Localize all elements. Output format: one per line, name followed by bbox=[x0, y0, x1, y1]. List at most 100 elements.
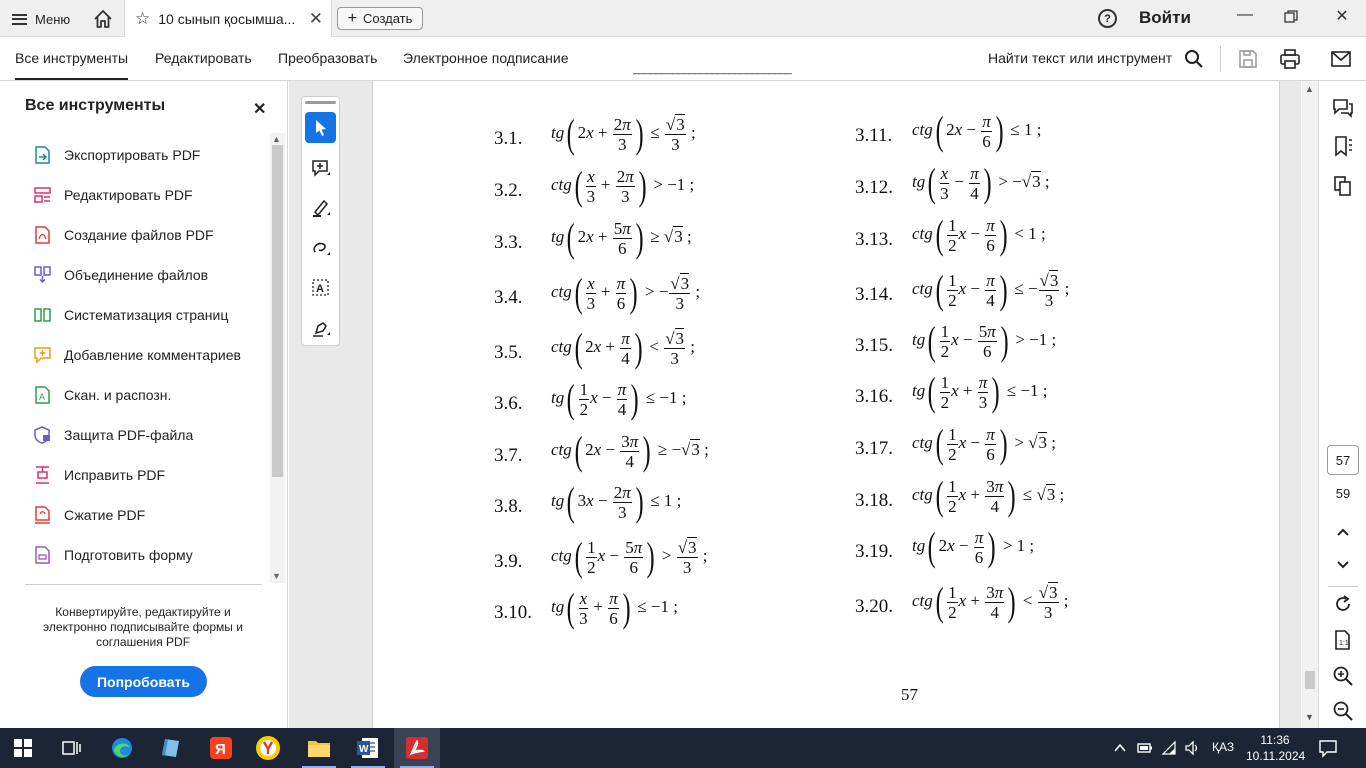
fountain-pen-icon bbox=[312, 321, 330, 337]
tab-convert[interactable]: Преобразовать bbox=[278, 50, 377, 66]
tab-e-sign[interactable]: Электронное подписание bbox=[403, 50, 569, 66]
pen-icon bbox=[312, 199, 330, 217]
pages-icon[interactable] bbox=[1332, 175, 1354, 197]
edit-pdf-icon bbox=[34, 187, 51, 203]
rotate-icon[interactable] bbox=[1332, 593, 1354, 615]
tab-all-tools[interactable]: Все инструменты bbox=[15, 50, 129, 80]
comments-icon[interactable] bbox=[1332, 97, 1354, 119]
previous-page-icon[interactable] bbox=[1332, 521, 1354, 543]
folder-icon bbox=[308, 741, 330, 757]
tool-export-pdf[interactable]: Экспортировать PDF bbox=[34, 143, 200, 167]
sign-button[interactable] bbox=[305, 312, 336, 343]
panel-scroll-thumb[interactable] bbox=[272, 145, 283, 477]
export-pdf-icon bbox=[35, 146, 50, 164]
problem-number: 3.11. bbox=[855, 125, 893, 146]
taskbar-yandex[interactable]: Я bbox=[198, 728, 244, 768]
restore-icon[interactable] bbox=[1283, 9, 1299, 25]
taskbar-word[interactable]: W bbox=[345, 728, 391, 768]
scroll-up-arrow-icon[interactable]: ▲ bbox=[1305, 84, 1314, 94]
zoom-in-icon[interactable] bbox=[1332, 665, 1354, 687]
tab-title: 10 сынып қосымша... bbox=[158, 10, 296, 27]
close-tab-icon[interactable]: ✕ bbox=[309, 9, 323, 29]
redact-pdf-icon bbox=[36, 466, 49, 484]
clock[interactable]: 11:36 10.11.2024 bbox=[1246, 732, 1305, 764]
inequality: tg(x 3 − π 4) > −√3 ; bbox=[912, 160, 1050, 205]
tool-create-pdf[interactable]: Создание файлов PDF bbox=[34, 223, 214, 247]
close-panel-icon[interactable]: ✕ bbox=[253, 99, 266, 119]
problem-number: 3.2. bbox=[494, 180, 523, 201]
highlight-button[interactable] bbox=[305, 192, 336, 223]
keyboard-language[interactable]: ҚАЗ bbox=[1212, 740, 1234, 754]
tool-edit-pdf[interactable]: Редактировать PDF bbox=[34, 183, 193, 207]
close-window-icon[interactable]: ✕ bbox=[1330, 6, 1354, 26]
inequality: tg(3x − 2π 3) ≤ 1 ; bbox=[551, 479, 682, 524]
zoom-out-icon[interactable] bbox=[1332, 700, 1354, 722]
tab-edit[interactable]: Редактировать bbox=[155, 50, 252, 66]
draw-button[interactable] bbox=[305, 232, 336, 263]
email-icon[interactable] bbox=[1330, 48, 1352, 70]
chevron-up-icon[interactable] bbox=[1113, 742, 1127, 754]
taskbar-app[interactable] bbox=[148, 728, 194, 768]
windows-taskbar: Я W ҚАЗ 11:36 10.11.2024 bbox=[0, 728, 1366, 768]
help-icon[interactable]: ? bbox=[1098, 9, 1117, 28]
taskbar-file-explorer[interactable] bbox=[296, 728, 342, 768]
taskbar-edge[interactable] bbox=[99, 728, 145, 768]
inequality: ctg(1 2 x − π 6) > √3 ; bbox=[912, 421, 1057, 466]
star-icon[interactable]: ☆ bbox=[135, 9, 150, 29]
taskbar-yandex-browser[interactable] bbox=[245, 728, 291, 768]
bookmarks-icon[interactable] bbox=[1332, 135, 1354, 157]
svg-text:1:1: 1:1 bbox=[1339, 640, 1349, 647]
notifications-icon[interactable] bbox=[1318, 738, 1338, 758]
find-tool-input[interactable]: Найти текст или инструмент bbox=[988, 50, 1172, 66]
search-icon[interactable] bbox=[1183, 48, 1205, 70]
menu-label: Меню bbox=[35, 11, 71, 27]
acrobat-icon bbox=[406, 737, 428, 759]
svg-text:A: A bbox=[39, 392, 45, 402]
save-icon[interactable] bbox=[1237, 48, 1259, 70]
current-page-input[interactable]: 57 bbox=[1327, 445, 1359, 475]
volume-icon[interactable] bbox=[1184, 740, 1200, 756]
document-scrollbar[interactable]: ▲ ▼ bbox=[1302, 81, 1318, 728]
document-tab[interactable]: ☆ 10 сынып қосымша... ✕ bbox=[124, 0, 332, 37]
text-select-button[interactable]: A bbox=[305, 272, 336, 303]
prepare-form-icon bbox=[35, 546, 50, 564]
wifi-icon[interactable] bbox=[1161, 740, 1177, 756]
problem-number: 3.5. bbox=[494, 342, 523, 363]
total-pages: 59 bbox=[1335, 486, 1351, 501]
tool-protect-pdf[interactable]: Защита PDF-файла bbox=[34, 423, 193, 447]
problem-number: 3.20. bbox=[855, 596, 893, 617]
battery-icon[interactable] bbox=[1137, 740, 1153, 756]
tool-label: Добавление комментариев bbox=[64, 347, 241, 363]
signin-button[interactable]: Войти bbox=[1139, 8, 1191, 28]
tool-scan-ocr[interactable]: A Скан. и распозн. bbox=[34, 383, 171, 407]
fit-page-icon[interactable]: 1:1 bbox=[1332, 629, 1354, 651]
problem-number: 3.13. bbox=[855, 229, 893, 250]
drag-handle[interactable] bbox=[305, 101, 336, 104]
taskbar-acrobat[interactable] bbox=[394, 728, 440, 768]
tool-combine-files[interactable]: Объединение файлов bbox=[34, 263, 208, 287]
scroll-down-arrow-icon[interactable]: ▼ bbox=[1305, 712, 1314, 722]
next-page-icon[interactable] bbox=[1332, 554, 1354, 576]
select-tool-button[interactable] bbox=[305, 112, 336, 143]
document-scroll-thumb[interactable] bbox=[1305, 671, 1315, 689]
create-button[interactable]: + Создать bbox=[337, 7, 423, 30]
try-button[interactable]: Попробовать bbox=[80, 666, 207, 697]
tool-compress-pdf[interactable]: Сжатие PDF bbox=[34, 503, 145, 527]
print-icon[interactable] bbox=[1279, 48, 1301, 70]
inequality: ctg(x 3 + π 6) > − √3 3 ; bbox=[551, 270, 701, 315]
menu-button[interactable]: Меню bbox=[12, 9, 70, 29]
tool-organize-pages[interactable]: Систематизация страниц bbox=[34, 303, 228, 327]
inequality: tg(1 2 x − 5π 6) > −1 ; bbox=[912, 318, 1057, 363]
tool-comment[interactable]: Добавление комментариев bbox=[34, 343, 241, 367]
problem-number: 3.19. bbox=[855, 541, 893, 562]
scroll-down-arrow-icon[interactable]: ▼ bbox=[272, 571, 281, 581]
scroll-up-arrow-icon[interactable]: ▲ bbox=[272, 134, 281, 144]
tool-redact-pdf[interactable]: Исправить PDF bbox=[34, 463, 165, 487]
task-view-button[interactable] bbox=[48, 728, 94, 768]
problem-number: 3.4. bbox=[494, 287, 523, 308]
home-icon[interactable] bbox=[92, 8, 114, 30]
start-button[interactable] bbox=[0, 728, 46, 768]
tool-prepare-form[interactable]: Подготовить форму bbox=[34, 543, 193, 567]
minimize-icon[interactable]: — bbox=[1233, 6, 1257, 24]
add-comment-button[interactable] bbox=[305, 152, 336, 183]
